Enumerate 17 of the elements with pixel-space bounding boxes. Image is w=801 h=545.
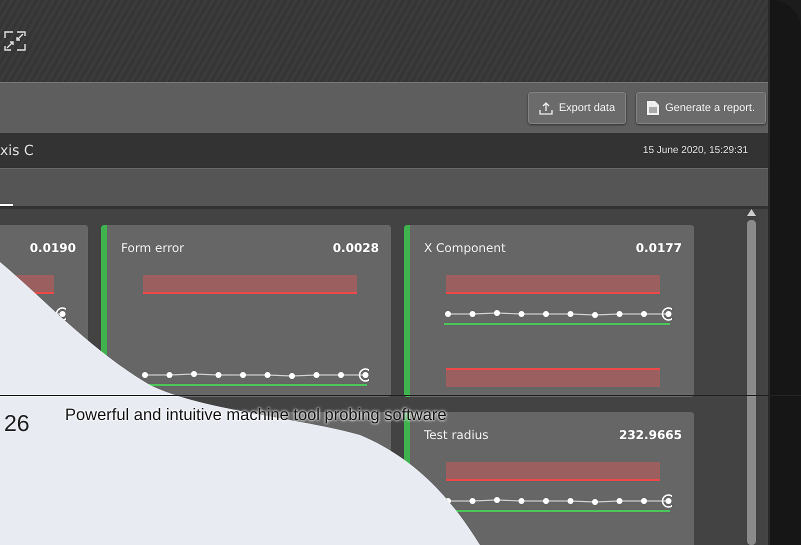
collapse-icon[interactable] [4,31,26,51]
card-value: 0.0177 [636,241,682,255]
card-value: 232.9665 [618,428,682,442]
page-number: 26 [4,410,30,437]
card-value: 0.0028 [332,241,379,255]
timestamp: 15 June 2020, 15:29:31 [642,145,748,156]
upload-icon [538,101,553,115]
card-title: Form error [121,241,184,255]
tab-indicator [0,204,13,206]
document-icon [647,101,660,115]
card-title: Test radius [424,428,489,442]
card-title: X Component [424,241,506,255]
toolbar-button[interactable]: Export data [528,92,626,124]
toolbar-button[interactable]: Generate a report. [636,92,766,124]
scrollbar-thumb[interactable] [746,220,756,545]
card-value: 0.0190 [30,241,76,255]
axis-title: xis C [0,142,34,158]
